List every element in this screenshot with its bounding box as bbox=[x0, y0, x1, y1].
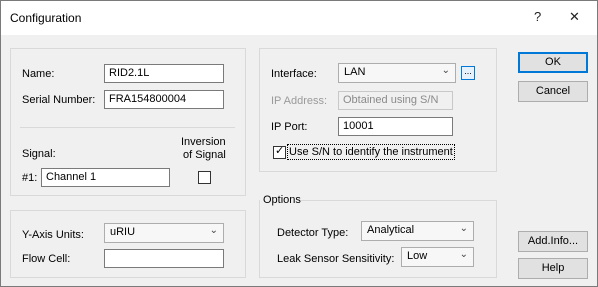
inversion-label-line2: of Signal bbox=[183, 149, 226, 161]
separator bbox=[20, 127, 235, 128]
ip-port-field[interactable]: 10001 bbox=[338, 117, 453, 136]
leak-sensor-dropdown[interactable]: Low ⌄ bbox=[401, 247, 474, 267]
checkmark-icon: ✓ bbox=[275, 145, 285, 157]
help-title-button[interactable]: ? bbox=[534, 9, 541, 24]
cancel-button[interactable]: Cancel bbox=[518, 81, 588, 102]
detector-type-dropdown[interactable]: Analytical ⌄ bbox=[361, 221, 474, 241]
detector-type-label: Detector Type: bbox=[277, 227, 349, 239]
inversion-checkbox[interactable] bbox=[198, 171, 211, 184]
leak-sensor-value: Low bbox=[407, 250, 428, 262]
name-field[interactable]: RID2.1L bbox=[104, 64, 224, 83]
window-title: Configuration bbox=[10, 11, 82, 25]
flow-cell-label: Flow Cell: bbox=[22, 253, 71, 265]
chevron-down-icon: ⌄ bbox=[209, 225, 218, 236]
inversion-label-line1: Inversion bbox=[181, 136, 226, 148]
chevron-down-icon: ⌄ bbox=[459, 223, 468, 234]
interface-value: LAN bbox=[344, 66, 366, 78]
close-button[interactable]: ✕ bbox=[569, 9, 580, 25]
add-info-button[interactable]: Add.Info... bbox=[518, 231, 588, 252]
chevron-down-icon: ⌄ bbox=[441, 65, 450, 76]
flow-cell-field[interactable] bbox=[104, 249, 224, 268]
configuration-dialog: Configuration ? ✕ Name: RID2.1L Serial N… bbox=[0, 0, 598, 287]
yaxis-units-dropdown[interactable]: uRIU ⌄ bbox=[104, 223, 224, 243]
interface-label: Interface: bbox=[271, 68, 317, 80]
use-sn-checkbox[interactable]: ✓ bbox=[273, 145, 286, 159]
title-bar: Configuration ? ✕ bbox=[1, 1, 597, 35]
yaxis-units-value: uRIU bbox=[110, 226, 136, 238]
serial-number-field[interactable]: FRA154800004 bbox=[104, 90, 224, 109]
chevron-down-icon: ⌄ bbox=[459, 249, 468, 260]
leak-sensor-label: Leak Sensor Sensitivity: bbox=[277, 253, 395, 265]
serial-number-label: Serial Number: bbox=[22, 94, 96, 106]
yaxis-units-label: Y-Axis Units: bbox=[22, 229, 84, 241]
channel-prefix-label: #1: bbox=[22, 172, 38, 184]
detector-type-value: Analytical bbox=[367, 224, 415, 236]
interface-dropdown[interactable]: LAN ⌄ bbox=[338, 63, 456, 83]
name-label: Name: bbox=[22, 68, 55, 80]
channel-name-field[interactable]: Channel 1 bbox=[41, 168, 170, 187]
ip-address-label: IP Address: bbox=[271, 95, 328, 107]
ok-button[interactable]: OK bbox=[518, 52, 588, 73]
help-button[interactable]: Help bbox=[518, 258, 588, 279]
use-sn-label[interactable]: Use S/N to identify the instrument bbox=[287, 144, 455, 160]
ip-port-label: IP Port: bbox=[271, 121, 308, 133]
signal-label: Signal: bbox=[22, 148, 56, 160]
browse-interface-button[interactable]: ... bbox=[461, 66, 475, 80]
ip-address-field: Obtained using S/N bbox=[338, 91, 453, 110]
